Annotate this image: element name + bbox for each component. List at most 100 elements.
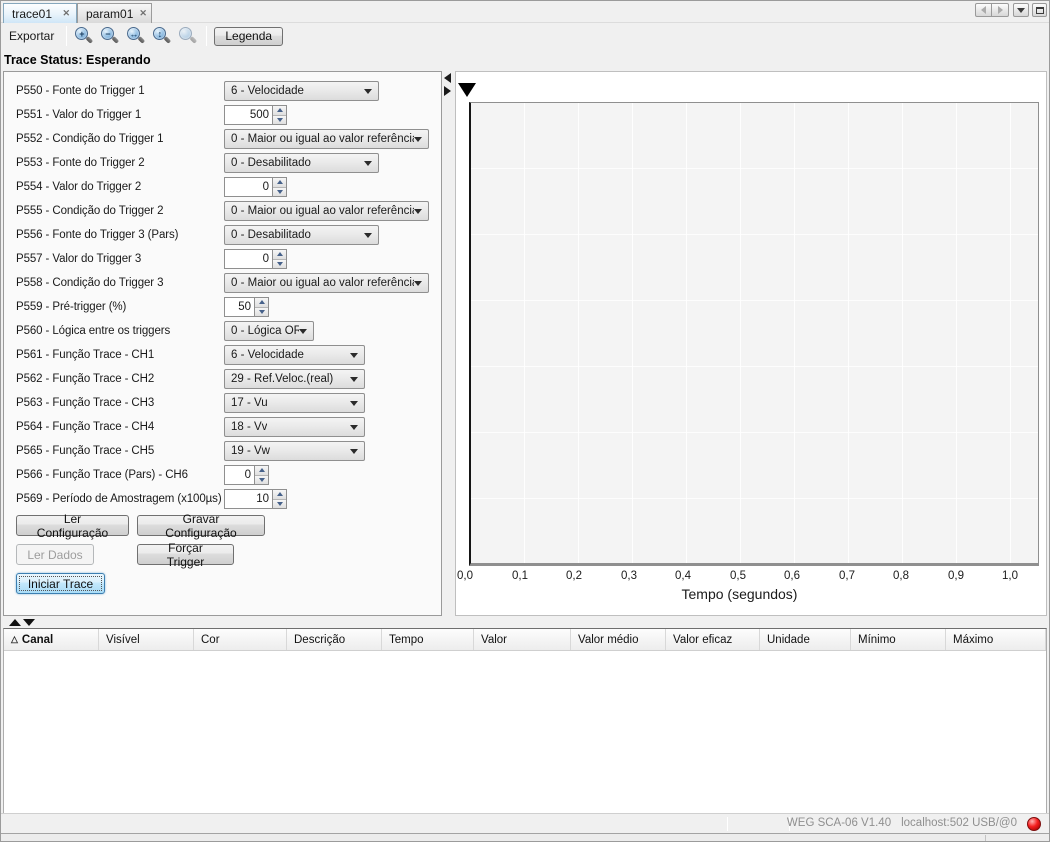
spinner-value[interactable]: 500 bbox=[224, 105, 272, 125]
zoom-out-icon[interactable]: − bbox=[99, 25, 122, 47]
p562-combo[interactable]: 29 - Ref.Veloc.(real) bbox=[224, 369, 365, 389]
spinner-arrows-icon[interactable] bbox=[272, 489, 287, 509]
param-label: P566 - Função Trace (Pars) - CH6 bbox=[16, 469, 224, 481]
tab-trace01-label: trace01 bbox=[12, 7, 52, 21]
close-icon[interactable]: ✕ bbox=[62, 8, 70, 19]
combo-value: 19 - Vw bbox=[231, 445, 270, 457]
chevron-down-icon bbox=[414, 281, 422, 286]
zoom-horizontal-icon[interactable]: ↔ bbox=[125, 25, 148, 47]
column-header-cor[interactable]: Cor bbox=[194, 629, 287, 650]
trigger-position-marker-icon[interactable] bbox=[458, 83, 476, 97]
ler-configuracao-button[interactable]: Ler Configuração bbox=[16, 515, 129, 536]
collapse-up-icon[interactable] bbox=[9, 619, 21, 626]
p556-combo[interactable]: 0 - Desabilitado bbox=[224, 225, 379, 245]
column-header-valor-medio[interactable]: Valor médio bbox=[571, 629, 666, 650]
tab-list-button[interactable] bbox=[1013, 3, 1029, 17]
column-header-valor-eficaz[interactable]: Valor eficaz bbox=[666, 629, 760, 650]
spinner-value[interactable]: 50 bbox=[224, 297, 254, 317]
zoom-vertical-icon[interactable]: ↕ bbox=[151, 25, 174, 47]
column-header-visivel[interactable]: Visível bbox=[99, 629, 194, 650]
p553-combo[interactable]: 0 - Desabilitado bbox=[224, 153, 379, 173]
tab-trace01[interactable]: trace01 ✕ bbox=[3, 3, 77, 23]
scroll-right-button[interactable] bbox=[992, 3, 1009, 17]
p565-combo[interactable]: 19 - Vw bbox=[224, 441, 365, 461]
scroll-left-button[interactable] bbox=[975, 3, 992, 17]
app-window: trace01 ✕ param01 ✕ Exportar + bbox=[0, 0, 1050, 842]
param-row-p565: P565 - Função Trace - CH5 19 - Vw bbox=[4, 439, 441, 463]
collapse-left-icon[interactable] bbox=[444, 73, 451, 83]
x-tick: 0,9 bbox=[941, 570, 971, 582]
connection-label: localhost:502 USB/@0 bbox=[901, 817, 1017, 829]
spinner-value[interactable]: 0 bbox=[224, 177, 272, 197]
spinner-value[interactable]: 0 bbox=[224, 249, 272, 269]
chevron-down-icon bbox=[350, 353, 358, 358]
chevron-down-icon bbox=[350, 449, 358, 454]
param-label: P554 - Valor do Trigger 2 bbox=[16, 181, 224, 193]
combo-value: 0 - Maior ou igual ao valor referência bbox=[231, 205, 414, 217]
column-header-descricao[interactable]: Descrição bbox=[287, 629, 382, 650]
param-label: P556 - Fonte do Trigger 3 (Pars) bbox=[16, 229, 224, 241]
param-label: P551 - Valor do Trigger 1 bbox=[16, 109, 224, 121]
spinner-arrows-icon[interactable] bbox=[272, 249, 287, 269]
gravar-configuracao-button[interactable]: Gravar Configuração bbox=[137, 515, 265, 536]
column-header-minimo[interactable]: Mínimo bbox=[851, 629, 946, 650]
column-label: Canal bbox=[22, 634, 53, 646]
chevron-down-icon bbox=[350, 401, 358, 406]
horizontal-splitter[interactable] bbox=[1, 617, 1050, 628]
tab-param01-label: param01 bbox=[86, 7, 133, 21]
p550-combo[interactable]: 6 - Velocidade bbox=[224, 81, 379, 101]
spinner-arrows-icon[interactable] bbox=[254, 297, 269, 317]
p569-spinner[interactable]: 10 bbox=[224, 489, 287, 509]
p561-combo[interactable]: 6 - Velocidade bbox=[224, 345, 365, 365]
p564-combo[interactable]: 18 - Vv bbox=[224, 417, 365, 437]
zoom-in-icon[interactable]: + bbox=[73, 25, 96, 47]
tab-param01[interactable]: param01 ✕ bbox=[77, 3, 152, 23]
collapse-right-icon[interactable] bbox=[444, 86, 451, 96]
plot-area[interactable] bbox=[469, 102, 1039, 566]
spinner-arrows-icon[interactable] bbox=[272, 177, 287, 197]
sort-ascending-icon: △ bbox=[11, 634, 18, 645]
p559-spinner[interactable]: 50 bbox=[224, 297, 269, 317]
toolbar-separator bbox=[66, 26, 67, 46]
iniciar-trace-button[interactable]: Iniciar Trace bbox=[16, 573, 105, 594]
p566-spinner[interactable]: 0 bbox=[224, 465, 269, 485]
column-header-unidade[interactable]: Unidade bbox=[760, 629, 851, 650]
maximize-button[interactable] bbox=[1032, 3, 1047, 17]
param-row-p554: P554 - Valor do Trigger 2 0 bbox=[4, 175, 441, 199]
column-header-canal[interactable]: △ Canal bbox=[4, 629, 99, 650]
p555-combo[interactable]: 0 - Maior ou igual ao valor referência bbox=[224, 201, 429, 221]
combo-value: 0 - Desabilitado bbox=[231, 157, 311, 169]
param-label: P569 - Período de Amostragem (x100µs) bbox=[16, 493, 224, 505]
forcar-trigger-button[interactable]: Forçar Trigger bbox=[137, 544, 234, 565]
maximize-icon bbox=[1036, 7, 1044, 14]
spinner-arrows-icon[interactable] bbox=[254, 465, 269, 485]
param-row-p558: P558 - Condição do Trigger 3 0 - Maior o… bbox=[4, 271, 441, 295]
connection-status-text: WEG SCA-06 V1.40localhost:502 USB/@0 bbox=[787, 817, 1017, 829]
p551-spinner[interactable]: 500 bbox=[224, 105, 287, 125]
spinner-value[interactable]: 10 bbox=[224, 489, 272, 509]
column-header-valor[interactable]: Valor bbox=[474, 629, 571, 650]
column-header-maximo[interactable]: Máximo bbox=[946, 629, 1046, 650]
spinner-arrows-icon[interactable] bbox=[272, 105, 287, 125]
p563-combo[interactable]: 17 - Vu bbox=[224, 393, 365, 413]
param-label: P565 - Função Trace - CH5 bbox=[16, 445, 224, 457]
x-axis-ticks: 0,0 0,1 0,2 0,3 0,4 0,5 0,6 0,7 0,8 0,9 … bbox=[456, 570, 1046, 584]
tab-list-control bbox=[1013, 3, 1029, 18]
zoom-icons-group: + − ↔ ↕ bbox=[71, 25, 202, 47]
p554-spinner[interactable]: 0 bbox=[224, 177, 287, 197]
exportar-menu[interactable]: Exportar bbox=[1, 29, 62, 43]
p557-spinner[interactable]: 0 bbox=[224, 249, 287, 269]
x-tick: 0,5 bbox=[723, 570, 753, 582]
vertical-splitter[interactable] bbox=[443, 73, 452, 96]
collapse-down-icon[interactable] bbox=[23, 619, 35, 626]
p552-combo[interactable]: 0 - Maior ou igual ao valor referência bbox=[224, 129, 429, 149]
tab-scroll-buttons bbox=[975, 3, 1009, 18]
column-header-tempo[interactable]: Tempo bbox=[382, 629, 474, 650]
zoom-reset-icon[interactable] bbox=[177, 25, 200, 47]
spinner-value[interactable]: 0 bbox=[224, 465, 254, 485]
legenda-button[interactable]: Legenda bbox=[214, 27, 283, 46]
p558-combo[interactable]: 0 - Maior ou igual ao valor referência bbox=[224, 273, 429, 293]
p560-combo[interactable]: 0 - Lógica OR bbox=[224, 321, 314, 341]
close-icon[interactable]: ✕ bbox=[139, 8, 147, 19]
x-tick: 0,4 bbox=[668, 570, 698, 582]
